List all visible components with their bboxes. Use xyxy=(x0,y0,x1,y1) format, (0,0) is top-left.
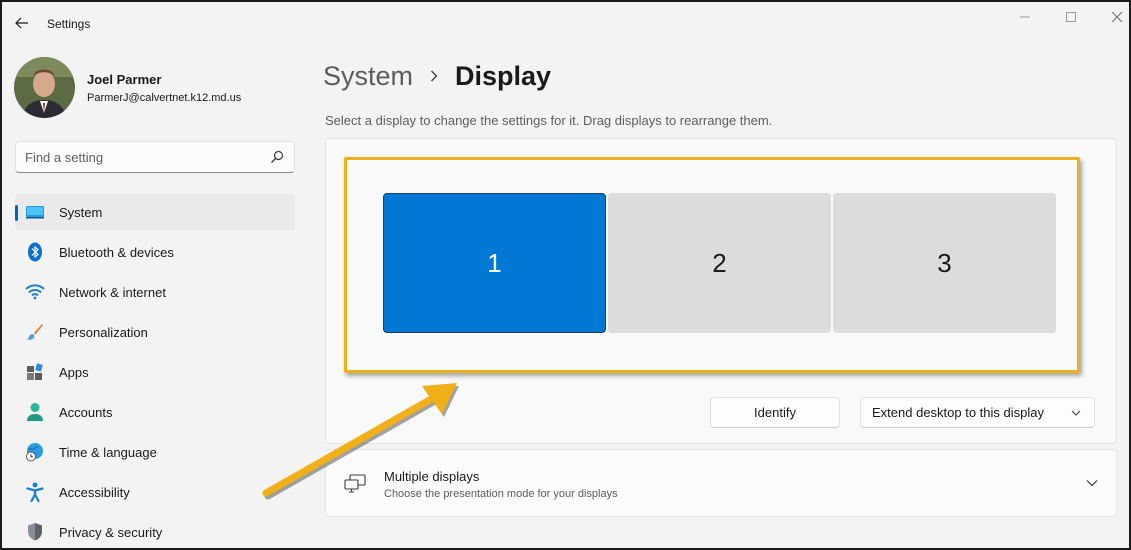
paintbrush-icon xyxy=(25,322,45,342)
close-icon xyxy=(1112,12,1122,22)
user-email: ParmerJ@calvertnet.k12.md.us xyxy=(87,92,242,104)
sidebar-item-label: Privacy & security xyxy=(59,525,163,540)
sidebar-item-accessibility[interactable]: Accessibility xyxy=(15,474,295,510)
back-arrow-icon xyxy=(15,17,28,29)
sidebar-item-system[interactable]: System xyxy=(15,194,295,230)
wifi-icon xyxy=(25,282,45,302)
minimize-icon xyxy=(1020,16,1030,18)
sidebar-item-time-language[interactable]: Time & language xyxy=(15,434,295,470)
sidebar-item-label: Accounts xyxy=(59,405,113,420)
sidebar-item-label: System xyxy=(59,205,103,220)
search-box[interactable] xyxy=(15,141,295,173)
chevron-down-icon[interactable] xyxy=(1086,479,1098,487)
sidebar-item-label: Network & internet xyxy=(59,285,166,300)
sidebar-item-label: Accessibility xyxy=(59,485,130,500)
accessibility-icon xyxy=(25,482,45,502)
user-name: Joel Parmer xyxy=(87,72,162,87)
multiple-displays-subtitle: Choose the presentation mode for your di… xyxy=(384,488,618,500)
maximize-button[interactable] xyxy=(1051,6,1091,28)
breadcrumb: System Display xyxy=(323,58,551,94)
multiple-displays-card[interactable]: Multiple displays Choose the presentatio… xyxy=(325,449,1117,517)
close-button[interactable] xyxy=(1097,6,1129,28)
maximize-icon xyxy=(1066,12,1076,22)
active-indicator xyxy=(15,205,18,221)
sidebar-item-label: Personalization xyxy=(59,325,148,340)
search-icon[interactable] xyxy=(270,150,284,164)
sidebar-item-label: Bluetooth & devices xyxy=(59,245,174,260)
apps-icon xyxy=(25,362,45,382)
avatar-photo-icon xyxy=(14,57,75,118)
multiple-displays-icon xyxy=(344,474,366,493)
globe-clock-icon xyxy=(25,442,45,462)
app-title: Settings xyxy=(47,17,91,31)
sidebar-item-apps[interactable]: Apps xyxy=(15,354,295,390)
sidebar-item-personalization[interactable]: Personalization xyxy=(15,314,295,350)
chevron-right-icon xyxy=(429,70,439,82)
display-mode-value: Extend desktop to this display xyxy=(872,405,1044,420)
sidebar-item-label: Time & language xyxy=(59,445,157,460)
sidebar-item-bluetooth[interactable]: Bluetooth & devices xyxy=(15,234,295,270)
annotation-highlight-box xyxy=(344,157,1080,373)
title-bar: Settings xyxy=(2,2,1129,42)
sidebar-item-network[interactable]: Network & internet xyxy=(15,274,295,310)
sidebar-item-privacy-security[interactable]: Privacy & security xyxy=(15,514,295,548)
monitor-icon xyxy=(25,202,45,222)
sidebar-item-label: Apps xyxy=(59,365,89,380)
shield-icon xyxy=(25,522,45,542)
sidebar-nav: System Bluetooth & devices Network & int… xyxy=(15,194,295,548)
identify-button[interactable]: Identify xyxy=(710,397,840,428)
back-button[interactable] xyxy=(12,13,32,33)
display-instruction: Select a display to change the settings … xyxy=(325,113,773,128)
bluetooth-icon xyxy=(25,242,45,262)
multiple-displays-title: Multiple displays xyxy=(384,469,480,484)
minimize-button[interactable] xyxy=(1005,6,1045,28)
settings-window: Settings Joel Parmer ParmerJ@calvertnet.… xyxy=(0,0,1131,550)
display-mode-dropdown[interactable]: Extend desktop to this display xyxy=(860,397,1095,428)
sidebar-item-accounts[interactable]: Accounts xyxy=(15,394,295,430)
avatar xyxy=(14,57,75,118)
breadcrumb-parent[interactable]: System xyxy=(323,61,413,92)
person-icon xyxy=(25,402,45,422)
page-title: Display xyxy=(455,60,552,91)
chevron-down-icon xyxy=(1071,410,1081,416)
search-input[interactable] xyxy=(25,148,255,166)
